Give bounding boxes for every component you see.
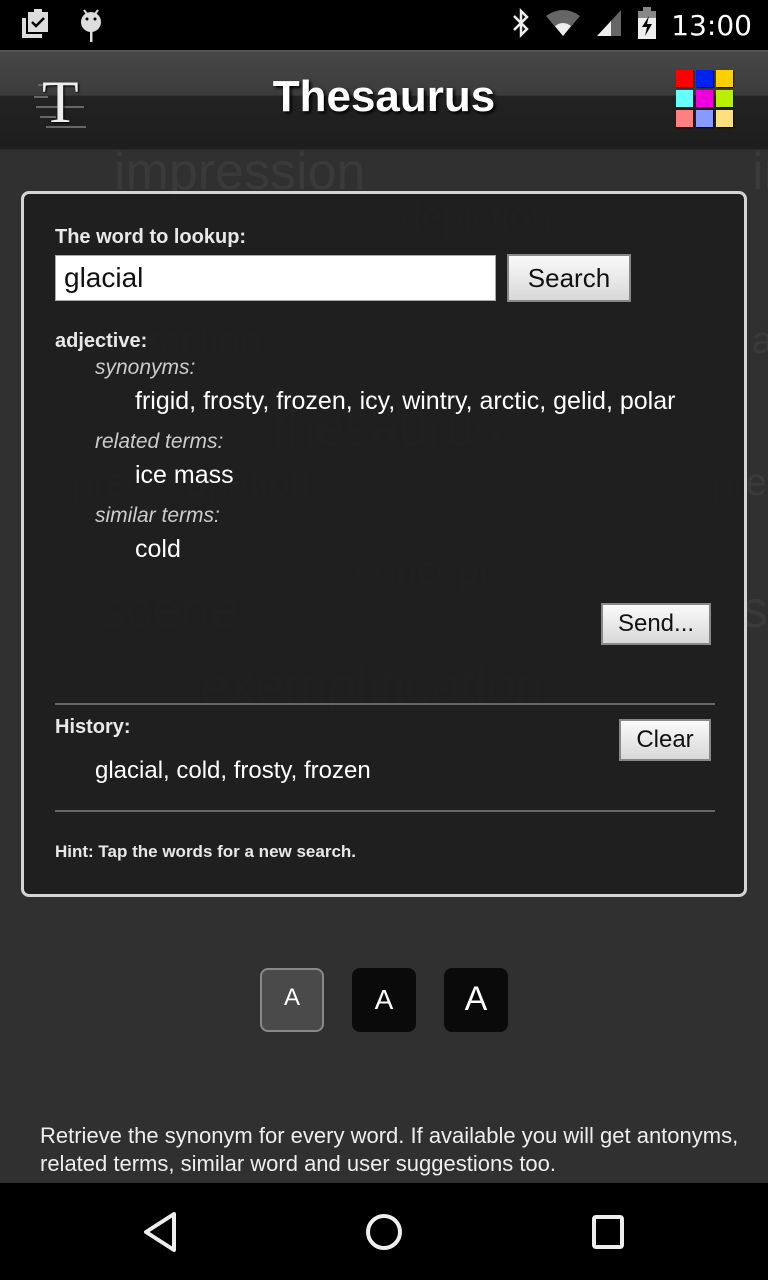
color-grid-cell	[696, 70, 713, 87]
background-word: impression	[752, 150, 768, 201]
android-debug-icon	[78, 8, 104, 47]
lookup-label: The word to lookup:	[55, 226, 247, 248]
history-words[interactable]: glacial, cold, frosty, frozen	[95, 757, 371, 785]
color-grid-cell	[676, 90, 693, 107]
send-button[interactable]: Send...	[601, 603, 711, 645]
color-grid-cell	[696, 110, 713, 127]
similar-terms-words[interactable]: cold	[135, 535, 181, 564]
app-bar: T Thesaurus	[0, 50, 768, 150]
related-terms-label: related terms:	[95, 430, 224, 453]
color-grid-cell	[676, 110, 693, 127]
apps-grid-icon[interactable]	[676, 70, 733, 127]
divider	[55, 703, 715, 705]
app-title: Thesaurus	[272, 72, 496, 121]
font-size-large-button[interactable]: A	[444, 968, 508, 1032]
related-terms-words[interactable]: ice mass	[135, 461, 234, 490]
main-content: impression impression depiction abstract…	[0, 150, 768, 1183]
search-button[interactable]: Search	[507, 254, 631, 302]
background-word: abstraction	[752, 320, 768, 362]
status-bar: 13:00	[0, 0, 768, 50]
clipboard-check-icon	[20, 9, 50, 46]
color-grid-cell	[716, 110, 733, 127]
clock: 13:00	[671, 9, 752, 42]
app-description: Retrieve the synonym for every word. If …	[40, 1123, 739, 1176]
color-grid-cell	[716, 70, 733, 87]
font-size-medium-button[interactable]: A	[352, 968, 416, 1032]
home-icon[interactable]	[364, 1211, 404, 1258]
lookup-panel: The word to lookup: Search adjective: sy…	[21, 191, 747, 897]
recents-icon[interactable]	[590, 1213, 626, 1256]
history-label: History:	[55, 716, 131, 738]
similar-terms-label: similar terms:	[95, 504, 220, 527]
font-size-small-button[interactable]: A	[260, 968, 324, 1032]
navigation-bar	[0, 1183, 768, 1280]
back-icon[interactable]	[140, 1211, 180, 1258]
color-grid-cell	[716, 90, 733, 107]
synonyms-label: synonyms:	[95, 356, 196, 379]
part-of-speech: adjective:	[55, 330, 148, 352]
color-grid-cell	[676, 70, 693, 87]
cell-signal-icon	[595, 8, 623, 43]
wifi-icon	[545, 8, 581, 43]
bluetooth-icon	[511, 7, 531, 44]
divider	[55, 810, 715, 812]
clear-history-button[interactable]: Clear	[619, 719, 711, 761]
word-input[interactable]	[55, 255, 496, 301]
battery-charging-icon	[637, 6, 657, 45]
synonyms-words[interactable]: frigid, frosty, frozen, icy, wintry, arc…	[135, 387, 675, 416]
color-grid-cell	[696, 90, 713, 107]
hint-text: Hint: Tap the words for a new search.	[55, 842, 357, 861]
